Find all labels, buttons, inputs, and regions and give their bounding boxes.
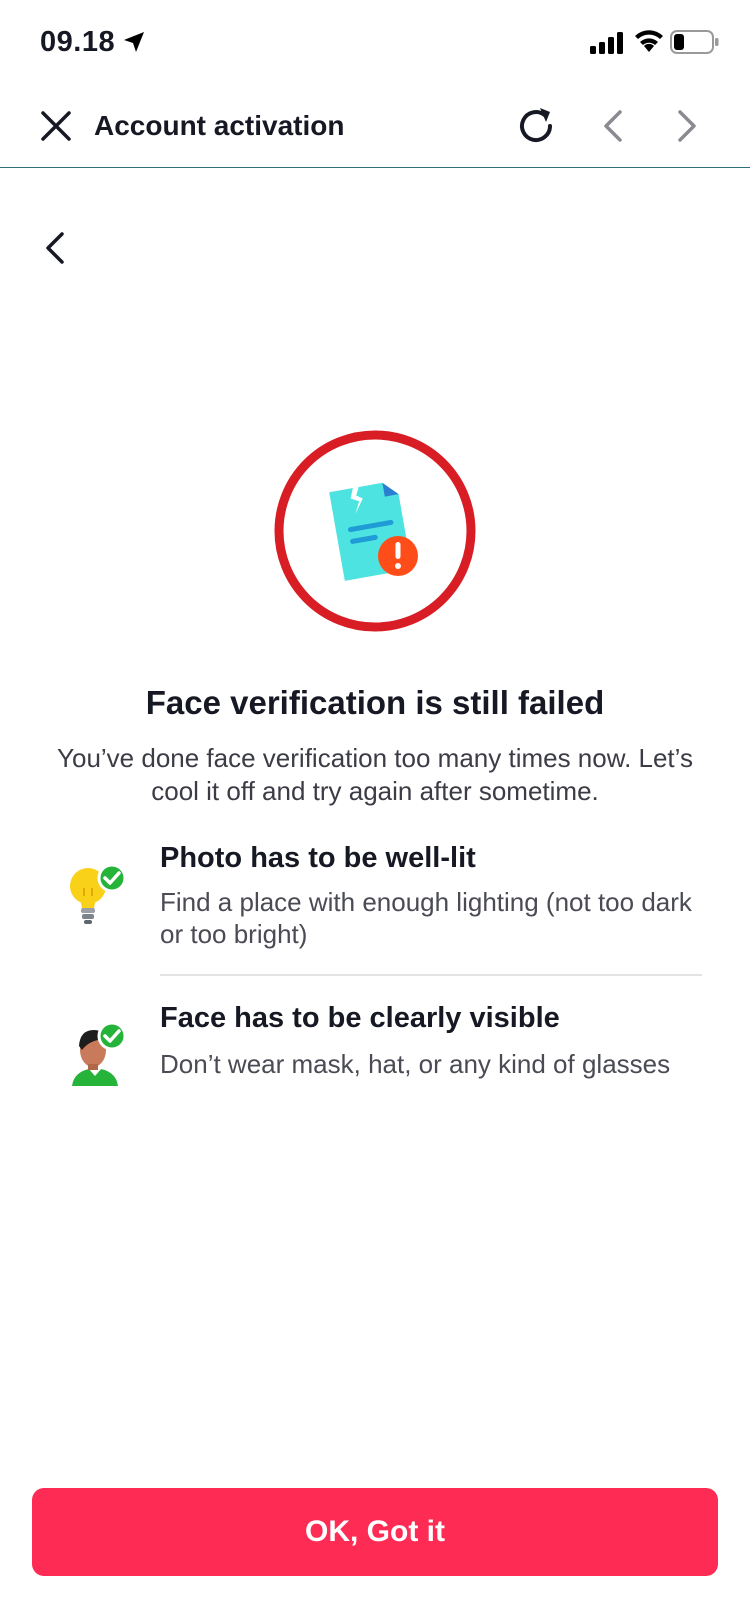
tip-description: Don’t wear mask, hat, or any kind of gla… — [160, 1049, 671, 1079]
broken-document-error-icon — [274, 430, 476, 632]
face-check-icon — [72, 1021, 127, 1086]
location-arrow-icon — [124, 32, 144, 52]
status-time: 09.18 — [40, 26, 116, 58]
wifi-icon — [635, 30, 663, 52]
battery-icon — [670, 30, 719, 54]
page-subtitle: You’ve done face verification too many t… — [57, 743, 693, 806]
nav-title: Account activation — [94, 110, 345, 141]
chevron-left-icon[interactable] — [598, 108, 628, 144]
page-title: Face verification is still failed — [145, 684, 605, 721]
status-bar: 09.18 — [0, 0, 750, 86]
divider — [160, 974, 702, 976]
refresh-icon[interactable] — [514, 104, 558, 148]
back-chevron-icon[interactable] — [40, 228, 70, 268]
ok-got-it-button[interactable]: OK, Got it — [32, 1488, 718, 1576]
nav-bar: Account activation — [0, 86, 750, 168]
chevron-right-icon[interactable] — [672, 108, 702, 144]
tip-description: Find a place with enough lighting (not t… — [160, 887, 692, 949]
close-icon[interactable] — [38, 108, 74, 144]
signal-icon — [590, 32, 623, 54]
tip-title: Photo has to be well-lit — [160, 842, 476, 874]
lightbulb-check-icon — [70, 863, 127, 924]
tip-title: Face has to be clearly visible — [160, 1002, 560, 1034]
